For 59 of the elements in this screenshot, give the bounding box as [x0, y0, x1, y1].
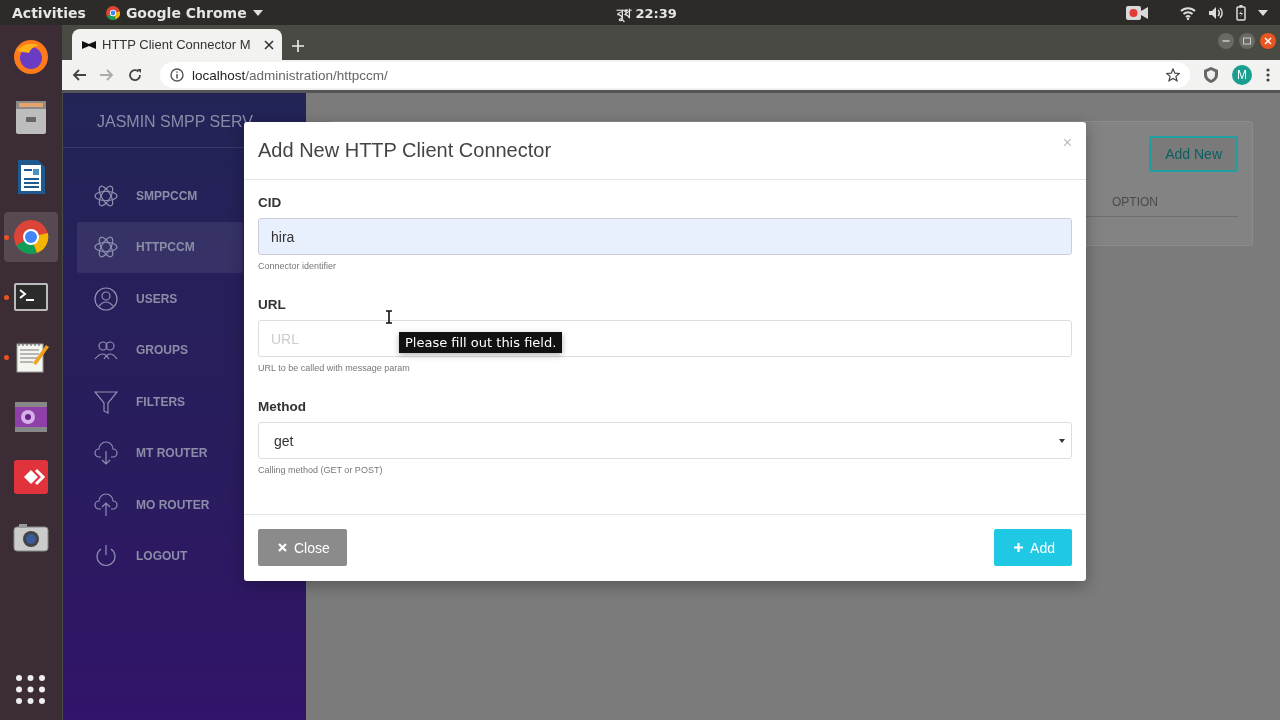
nav-item[interactable]: LOGOUT [77, 530, 243, 582]
close-icon[interactable] [1260, 33, 1276, 49]
help-text: URL to be called with message param [258, 363, 411, 374]
browser-icon [11, 217, 51, 257]
nav-item[interactable]: SMPPCCM [77, 170, 243, 222]
battery-icon[interactable] [1236, 4, 1246, 21]
nav-item[interactable]: MT ROUTER [77, 427, 243, 479]
activities-button[interactable]: Activities [12, 4, 86, 21]
filter-icon [94, 389, 118, 414]
more-icon[interactable] [1266, 68, 1270, 82]
video-camera-icon[interactable] [1126, 5, 1148, 20]
clock[interactable]: বুধ 22:39 [617, 4, 677, 25]
column-header: OPTION [1112, 195, 1158, 209]
field-label: CID [258, 194, 283, 211]
profile-button[interactable]: M [1232, 65, 1252, 85]
nav-item[interactable]: HTTPCCM [77, 221, 243, 273]
back-icon[interactable] [72, 69, 86, 81]
help-text: Connector identifier [258, 261, 338, 272]
volume-icon[interactable] [1208, 5, 1224, 20]
nav-item[interactable]: GROUPS [77, 324, 243, 376]
user-icon [94, 286, 118, 311]
validation-tooltip: Please fill out this field. [399, 332, 563, 353]
chrome-logo-icon [105, 5, 120, 20]
address-bar[interactable]: localhost/administration/httpccm/ [160, 62, 1190, 88]
app-menu[interactable]: Google Chrome [105, 4, 263, 21]
app-grid-icon[interactable] [16, 675, 45, 704]
close-icon [278, 543, 287, 552]
caret-icon [1059, 438, 1065, 443]
nav-item[interactable]: MO ROUTER [77, 479, 243, 531]
help-text: Calling method (GET or POST) [258, 465, 384, 476]
close-button[interactable]: Close [258, 529, 347, 566]
info-icon [170, 68, 184, 82]
power-icon [94, 544, 118, 569]
bowtie-icon [82, 40, 96, 49]
wifi-icon[interactable] [1180, 5, 1196, 20]
field-label: URL [258, 296, 287, 313]
caret-icon [252, 9, 263, 16]
plus-icon [1014, 543, 1024, 552]
nav-item[interactable]: FILTERS [77, 376, 243, 428]
caret-icon[interactable] [1258, 9, 1268, 16]
dock-item[interactable] [4, 212, 58, 262]
input-field[interactable]: hira [258, 218, 1072, 255]
plus-icon[interactable] [292, 40, 304, 52]
atom-icon [94, 235, 118, 260]
atom-icon [94, 183, 118, 208]
cloud-download-icon [94, 441, 118, 466]
cloud-upload-icon [94, 492, 118, 517]
method-dropdown[interactable]: get [258, 422, 1072, 459]
text-cursor-icon [385, 310, 393, 324]
browser-icon [11, 37, 51, 77]
minimize-icon[interactable] [1218, 33, 1234, 49]
star-icon[interactable] [1166, 68, 1180, 82]
close-icon[interactable] [264, 39, 274, 50]
shield-icon[interactable] [1204, 67, 1218, 83]
maximize-icon[interactable] [1239, 33, 1255, 49]
field-label: Method [258, 398, 307, 415]
reload-icon[interactable] [128, 68, 142, 82]
browser-tab[interactable]: HTTP Client Connector M [72, 29, 282, 60]
nav-item[interactable]: USERS [77, 273, 243, 325]
